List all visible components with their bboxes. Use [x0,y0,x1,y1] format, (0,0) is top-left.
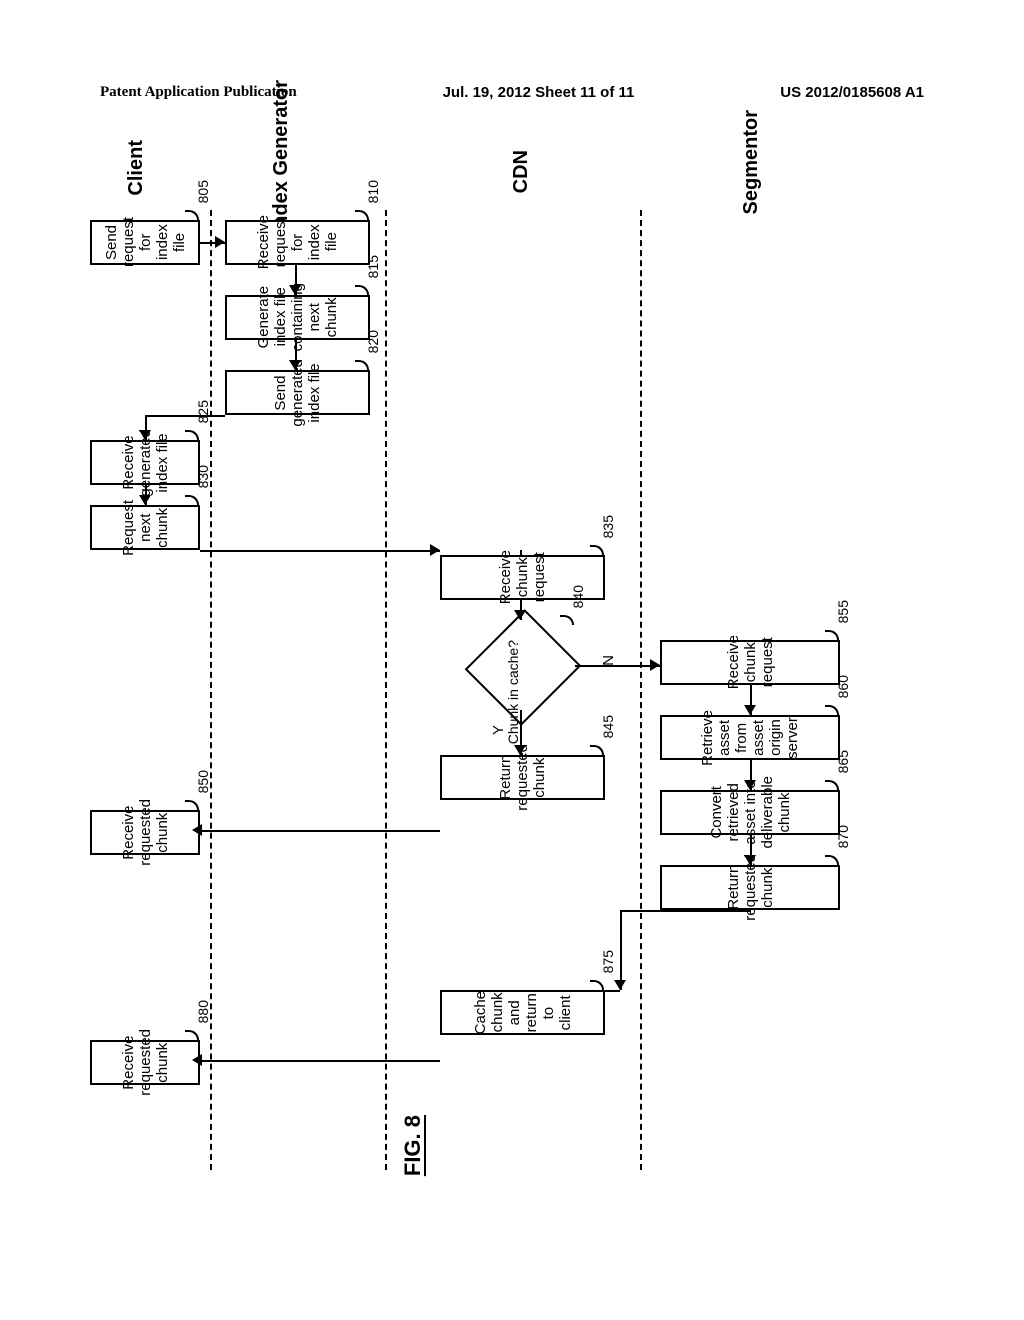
arrowhead-820-825 [139,430,151,440]
tick-875 [590,980,604,990]
yes-label: Y [490,725,507,735]
arrowhead-870-875 [614,980,626,990]
arrowhead-815-820 [289,360,301,370]
box-805: Send request for index file [90,220,200,265]
ref-830: 830 [195,465,211,488]
box-860: Retrieve asset from asset origin server [660,715,840,760]
box-870: Return requested chunk [660,865,840,910]
divider-3 [640,210,642,1170]
header-left: Patent Application Publication [100,84,297,101]
header-center: Jul. 19, 2012 Sheet 11 of 11 [443,84,635,101]
arrow-830-835v [520,550,522,555]
tick-870 [825,855,839,865]
ref-810: 810 [365,180,381,203]
box-815: Generate index file containing next chun… [225,295,370,340]
tick-845 [590,745,604,755]
divider-1 [210,210,212,1170]
ref-835: 835 [600,515,616,538]
tick-810 [355,210,369,220]
ref-880: 880 [195,1000,211,1023]
box-865: Convert retrieved asset into deliverable… [660,790,840,835]
tick-825 [185,430,199,440]
decision-840 [465,609,582,726]
ref-840: 840 [570,585,586,608]
ref-855: 855 [835,600,851,623]
arrow-870-875h2 [605,990,620,992]
ref-825: 825 [195,400,211,423]
tick-880 [185,1030,199,1040]
lane-indexgen-header: Index Generator [270,80,293,233]
tick-850 [185,800,199,810]
box-850: Receive requested chunk [90,810,200,855]
ref-820: 820 [365,330,381,353]
box-810: Receive request for index file [225,220,370,265]
arrow-845-850 [200,830,440,832]
lane-cdn-header: CDN [510,150,533,193]
arrowhead-835-840 [514,610,526,620]
ref-870: 870 [835,825,851,848]
ref-860: 860 [835,675,851,698]
ref-805: 805 [195,180,211,203]
arrowhead-875-880 [192,1054,202,1066]
tick-855 [825,630,839,640]
arrowhead-865-870 [744,855,756,865]
box-825: Receive generated index file [90,440,200,485]
tick-840 [560,615,574,625]
box-845: Return requested chunk [440,755,605,800]
ref-850: 850 [195,770,211,793]
arrowhead-840-845 [514,745,526,755]
tick-835 [590,545,604,555]
ref-845: 845 [600,715,616,738]
arrowhead-825-830 [139,495,151,505]
tick-805 [185,210,199,220]
box-875: Cache chunk and return to client [440,990,605,1035]
arrow-870-875h [620,910,750,912]
arrow-840-855 [575,665,660,667]
figure-label: FIG. 8 [400,1115,426,1176]
arrowhead-810-815 [289,285,301,295]
divider-2 [385,210,387,1170]
arrowhead-845-850 [192,824,202,836]
tick-820 [355,360,369,370]
arrow-820-825h [145,415,225,417]
lane-segmentor-header: Segmentor [740,110,763,214]
arrowhead-830-835 [430,544,440,556]
lane-client-header: Client [125,140,148,196]
flowchart-diagram: Client Index Generator CDN Segmentor Sen… [80,160,950,1220]
tick-865 [825,780,839,790]
box-855: Receive chunk request [660,640,840,685]
tick-815 [355,285,369,295]
arrowhead-855-860 [744,705,756,715]
ref-875: 875 [600,950,616,973]
header-right: US 2012/0185608 A1 [780,84,924,101]
ref-815: 815 [365,255,381,278]
arrow-875-880 [200,1060,440,1062]
decision-840-text: Chunk in cache? [505,640,521,744]
box-880: Receive requested chunk [90,1040,200,1085]
arrow-870-875v [620,910,622,990]
arrowhead-805-810 [215,236,225,248]
box-830: Request next chunk [90,505,200,550]
ref-865: 865 [835,750,851,773]
arrow-830-835h [200,550,440,552]
arrowhead-860-865 [744,780,756,790]
tick-860 [825,705,839,715]
arrowhead-840-855 [650,659,660,671]
page-header: Patent Application Publication Jul. 19, … [0,84,1024,101]
box-820: Send generated index file [225,370,370,415]
tick-830 [185,495,199,505]
